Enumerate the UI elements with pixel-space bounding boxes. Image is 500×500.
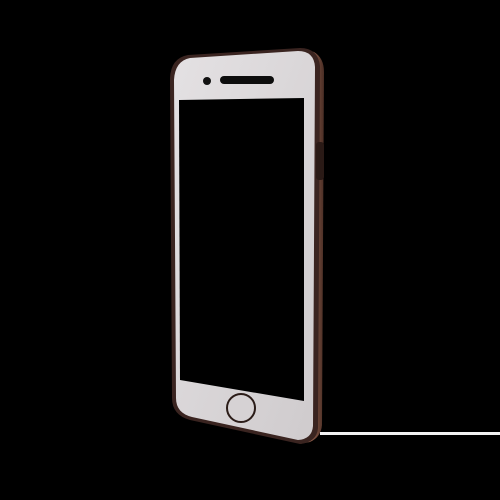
side-button (316, 142, 324, 180)
smartphone (170, 48, 324, 444)
screen (179, 98, 304, 401)
speaker-grille-icon (220, 76, 274, 84)
render-canvas (0, 0, 500, 500)
front-camera (203, 77, 211, 85)
home-button-face (228, 395, 254, 421)
floor-highlight (320, 432, 500, 435)
